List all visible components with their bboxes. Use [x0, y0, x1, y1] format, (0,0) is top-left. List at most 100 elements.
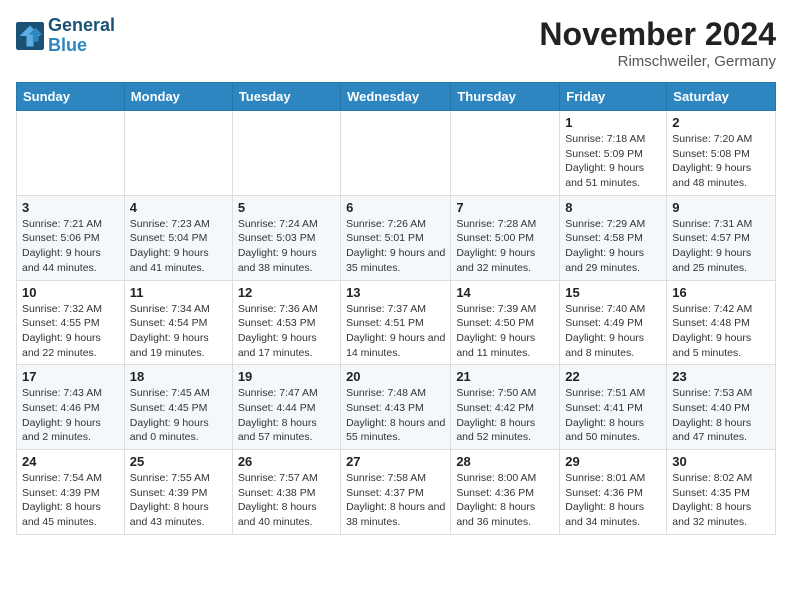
day-info: Sunrise: 8:01 AM Sunset: 4:36 PM Dayligh…	[565, 471, 661, 530]
day-number: 27	[346, 454, 445, 469]
calendar-cell: 11 Sunrise: 7:34 AM Sunset: 4:54 PM Dayli…	[124, 280, 232, 365]
calendar-cell: 16Sunrise: 7:42 AM Sunset: 4:48 PM Dayli…	[667, 280, 776, 365]
calendar-cell: 26 Sunrise: 7:57 AM Sunset: 4:38 PM Dayli…	[232, 450, 340, 535]
day-info: Sunrise: 7:29 AM Sunset: 4:58 PM Dayligh…	[565, 217, 661, 276]
calendar-cell: 25Sunrise: 7:55 AM Sunset: 4:39 PM Dayli…	[124, 450, 232, 535]
calendar-table: SundayMondayTuesdayWednesdayThursdayFrid…	[16, 82, 776, 535]
month-title: November 2024	[539, 16, 776, 53]
day-number: 20	[346, 369, 445, 384]
calendar-cell: 28 Sunrise: 8:00 AM Sunset: 4:36 PM Dayli…	[451, 450, 560, 535]
day-number: 26	[238, 454, 335, 469]
calendar-week-row: 1 Sunrise: 7:18 AM Sunset: 5:09 PM Daylig…	[17, 111, 776, 196]
calendar-cell	[124, 111, 232, 196]
day-info: Sunrise: 7:18 AM Sunset: 5:09 PM Dayligh…	[565, 132, 661, 191]
day-info: Sunrise: 7:31 AM Sunset: 4:57 PM Dayligh…	[672, 217, 770, 276]
calendar-cell: 15Sunrise: 7:40 AM Sunset: 4:49 PM Dayli…	[560, 280, 667, 365]
calendar-cell: 2 Sunrise: 7:20 AM Sunset: 5:08 PM Daylig…	[667, 111, 776, 196]
calendar-header: SundayMondayTuesdayWednesdayThursdayFrid…	[17, 83, 776, 111]
day-number: 4	[130, 200, 227, 215]
weekday-header: Tuesday	[232, 83, 340, 111]
day-number: 18	[130, 369, 227, 384]
weekday-header: Wednesday	[341, 83, 451, 111]
calendar-cell	[451, 111, 560, 196]
weekday-header-row: SundayMondayTuesdayWednesdayThursdayFrid…	[17, 83, 776, 111]
weekday-header: Sunday	[17, 83, 125, 111]
title-area: November 2024 Rimschweiler, Germany	[539, 16, 776, 70]
logo-icon	[16, 22, 44, 50]
day-number: 11	[130, 285, 227, 300]
day-number: 24	[22, 454, 119, 469]
day-number: 28	[456, 454, 554, 469]
day-number: 30	[672, 454, 770, 469]
location: Rimschweiler, Germany	[539, 53, 776, 70]
calendar-cell: 20 Sunrise: 7:48 AM Sunset: 4:43 PM Dayli…	[341, 365, 451, 450]
day-number: 15	[565, 285, 661, 300]
day-number: 7	[456, 200, 554, 215]
calendar-cell	[341, 111, 451, 196]
day-number: 1	[565, 115, 661, 130]
calendar-cell: 6Sunrise: 7:26 AM Sunset: 5:01 PM Daylig…	[341, 195, 451, 280]
calendar-cell	[17, 111, 125, 196]
calendar-cell: 1 Sunrise: 7:18 AM Sunset: 5:09 PM Daylig…	[560, 111, 667, 196]
calendar-cell: 29Sunrise: 8:01 AM Sunset: 4:36 PM Dayli…	[560, 450, 667, 535]
calendar-week-row: 24 Sunrise: 7:54 AM Sunset: 4:39 PM Dayli…	[17, 450, 776, 535]
day-number: 23	[672, 369, 770, 384]
day-number: 22	[565, 369, 661, 384]
weekday-header: Thursday	[451, 83, 560, 111]
calendar-cell: 24 Sunrise: 7:54 AM Sunset: 4:39 PM Dayli…	[17, 450, 125, 535]
day-info: Sunrise: 7:43 AM Sunset: 4:46 PM Dayligh…	[22, 386, 119, 445]
day-info: Sunrise: 7:47 AM Sunset: 4:44 PM Dayligh…	[238, 386, 335, 445]
day-info: Sunrise: 8:00 AM Sunset: 4:36 PM Dayligh…	[456, 471, 554, 530]
logo-line1: General	[48, 16, 115, 36]
calendar-cell: 4 Sunrise: 7:23 AM Sunset: 5:04 PM Daylig…	[124, 195, 232, 280]
day-info: Sunrise: 7:48 AM Sunset: 4:43 PM Dayligh…	[346, 386, 445, 445]
calendar-cell	[232, 111, 340, 196]
logo-line2: Blue	[48, 36, 115, 56]
day-number: 17	[22, 369, 119, 384]
day-number: 19	[238, 369, 335, 384]
calendar-cell: 5Sunrise: 7:24 AM Sunset: 5:03 PM Daylig…	[232, 195, 340, 280]
day-number: 21	[456, 369, 554, 384]
day-number: 3	[22, 200, 119, 215]
day-number: 13	[346, 285, 445, 300]
calendar-cell: 30Sunrise: 8:02 AM Sunset: 4:35 PM Dayli…	[667, 450, 776, 535]
day-info: Sunrise: 7:57 AM Sunset: 4:38 PM Dayligh…	[238, 471, 335, 530]
day-info: Sunrise: 7:54 AM Sunset: 4:39 PM Dayligh…	[22, 471, 119, 530]
day-info: Sunrise: 7:20 AM Sunset: 5:08 PM Dayligh…	[672, 132, 770, 191]
calendar-cell: 17 Sunrise: 7:43 AM Sunset: 4:46 PM Dayli…	[17, 365, 125, 450]
logo-text: General Blue	[48, 16, 115, 56]
calendar-cell: 10 Sunrise: 7:32 AM Sunset: 4:55 PM Dayli…	[17, 280, 125, 365]
calendar-cell: 9 Sunrise: 7:31 AM Sunset: 4:57 PM Daylig…	[667, 195, 776, 280]
day-info: Sunrise: 7:53 AM Sunset: 4:40 PM Dayligh…	[672, 386, 770, 445]
day-number: 5	[238, 200, 335, 215]
day-info: Sunrise: 7:34 AM Sunset: 4:54 PM Dayligh…	[130, 302, 227, 361]
day-info: Sunrise: 7:42 AM Sunset: 4:48 PM Dayligh…	[672, 302, 770, 361]
calendar-cell: 27 Sunrise: 7:58 AM Sunset: 4:37 PM Dayli…	[341, 450, 451, 535]
weekday-header: Friday	[560, 83, 667, 111]
calendar-cell: 18Sunrise: 7:45 AM Sunset: 4:45 PM Dayli…	[124, 365, 232, 450]
day-number: 12	[238, 285, 335, 300]
calendar-cell: 8 Sunrise: 7:29 AM Sunset: 4:58 PM Daylig…	[560, 195, 667, 280]
day-info: Sunrise: 7:23 AM Sunset: 5:04 PM Dayligh…	[130, 217, 227, 276]
weekday-header: Saturday	[667, 83, 776, 111]
day-number: 9	[672, 200, 770, 215]
calendar-cell: 7Sunrise: 7:28 AM Sunset: 5:00 PM Daylig…	[451, 195, 560, 280]
day-info: Sunrise: 7:39 AM Sunset: 4:50 PM Dayligh…	[456, 302, 554, 361]
calendar-cell: 3 Sunrise: 7:21 AM Sunset: 5:06 PM Daylig…	[17, 195, 125, 280]
calendar-week-row: 10 Sunrise: 7:32 AM Sunset: 4:55 PM Dayli…	[17, 280, 776, 365]
day-info: Sunrise: 7:21 AM Sunset: 5:06 PM Dayligh…	[22, 217, 119, 276]
calendar-cell: 23 Sunrise: 7:53 AM Sunset: 4:40 PM Dayli…	[667, 365, 776, 450]
day-info: Sunrise: 7:55 AM Sunset: 4:39 PM Dayligh…	[130, 471, 227, 530]
day-number: 8	[565, 200, 661, 215]
calendar-cell: 19 Sunrise: 7:47 AM Sunset: 4:44 PM Dayli…	[232, 365, 340, 450]
day-info: Sunrise: 7:32 AM Sunset: 4:55 PM Dayligh…	[22, 302, 119, 361]
day-info: Sunrise: 7:58 AM Sunset: 4:37 PM Dayligh…	[346, 471, 445, 530]
day-number: 10	[22, 285, 119, 300]
day-number: 14	[456, 285, 554, 300]
calendar-cell: 13 Sunrise: 7:37 AM Sunset: 4:51 PM Dayli…	[341, 280, 451, 365]
day-number: 2	[672, 115, 770, 130]
weekday-header: Monday	[124, 83, 232, 111]
day-info: Sunrise: 7:37 AM Sunset: 4:51 PM Dayligh…	[346, 302, 445, 361]
day-number: 6	[346, 200, 445, 215]
calendar-cell: 21Sunrise: 7:50 AM Sunset: 4:42 PM Dayli…	[451, 365, 560, 450]
